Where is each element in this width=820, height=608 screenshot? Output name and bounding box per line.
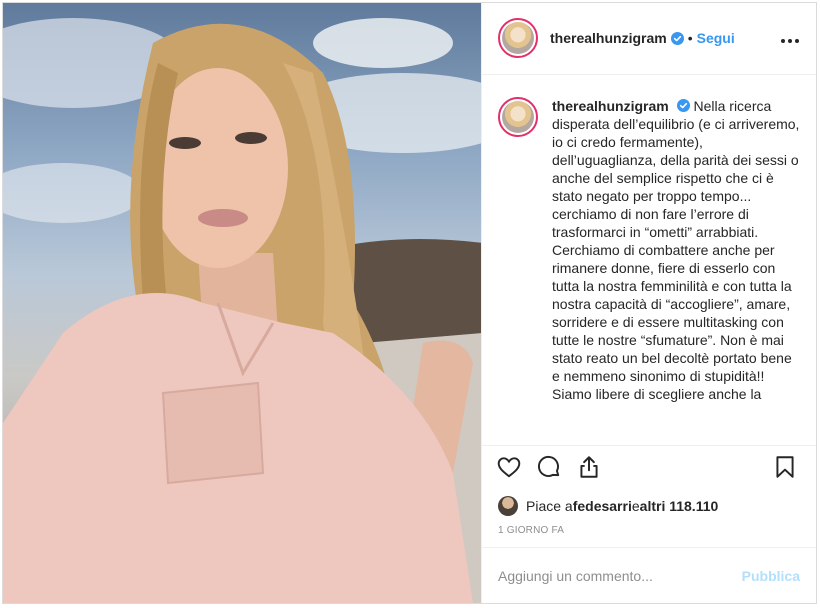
author-username[interactable]: therealhunzigram — [550, 30, 667, 46]
liker-avatar[interactable] — [498, 496, 518, 517]
action-bar — [482, 445, 816, 487]
verified-badge-icon — [670, 31, 684, 45]
heart-icon[interactable] — [496, 454, 522, 480]
likes-summary: Piace a fedesarri e altri 118.110 — [482, 487, 816, 517]
separator-dot: • — [687, 30, 693, 47]
caption-username[interactable]: therealhunzigram — [552, 98, 669, 114]
likes-count[interactable]: altri 118.110 — [640, 498, 719, 514]
verified-badge-icon — [676, 98, 690, 112]
share-icon[interactable] — [576, 454, 602, 480]
publish-button[interactable]: Pubblica — [742, 568, 800, 584]
post-side-panel: therealhunzigram • Segui therealhunzigra… — [481, 3, 816, 603]
comment-icon[interactable] — [536, 454, 562, 480]
more-options-icon[interactable] — [780, 33, 800, 44]
caption-area[interactable]: therealhunzigram Nella ricerca disperata… — [482, 75, 816, 445]
liker-username[interactable]: fedesarri — [573, 498, 632, 514]
comment-input[interactable] — [498, 567, 742, 584]
post-header: therealhunzigram • Segui — [482, 3, 816, 75]
likes-middle: e — [631, 498, 640, 515]
post-container: therealhunzigram • Segui therealhunzigra… — [2, 2, 817, 604]
post-photo-illustration — [3, 18, 481, 603]
author-avatar[interactable] — [498, 18, 538, 59]
bookmark-icon[interactable] — [772, 454, 798, 480]
post-timestamp[interactable]: 1 GIORNO FA — [482, 517, 816, 547]
post-caption: therealhunzigram Nella ricerca disperata… — [552, 97, 800, 445]
caption-text: Nella ricerca disperata dell’equilibrio … — [552, 97, 800, 402]
caption-avatar[interactable] — [498, 96, 538, 137]
comment-composer: Pubblica — [482, 547, 816, 603]
post-photo[interactable] — [3, 3, 481, 603]
likes-prefix: Piace a — [526, 498, 573, 515]
follow-button[interactable]: Segui — [697, 30, 735, 46]
